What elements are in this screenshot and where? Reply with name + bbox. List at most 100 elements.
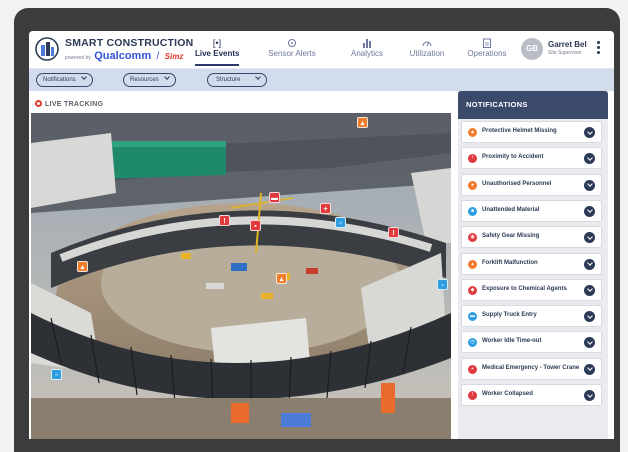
expand-chevron-icon[interactable] <box>584 311 595 323</box>
notification-label: Protective Helmet Missing <box>482 128 557 134</box>
user-profile[interactable]: GB Garret Bel Site Supervisor <box>521 37 611 63</box>
alert-marker-truck[interactable]: ▫ <box>437 279 448 290</box>
forklift-icon: ▴ <box>468 259 477 269</box>
notifications-title: NOTIFICATIONS <box>458 91 608 119</box>
filter-label: Structure <box>216 77 241 83</box>
filter-label: Resources <box>130 77 159 83</box>
nav-label: Operations <box>467 49 507 58</box>
nav-analytics[interactable]: Analytics <box>347 31 387 69</box>
nav-label: Live Events <box>195 49 240 58</box>
expand-chevron-icon[interactable] <box>584 153 595 165</box>
live-tracking-title: LIVE TRACKING <box>35 99 103 108</box>
notification-item[interactable]: ! Worker Collapsed <box>461 384 602 406</box>
notification-item[interactable]: ◉ Safety Gear Missing <box>461 226 602 249</box>
clipboard-icon <box>483 38 491 48</box>
notification-label: Unattended Material <box>482 206 540 213</box>
goggles-icon: ◉ <box>468 233 477 243</box>
brand-separator: / <box>156 51 160 62</box>
resources-filter-dropdown[interactable]: Resources <box>123 73 176 87</box>
notification-item[interactable]: ▬ Supply Truck Entry <box>461 305 602 328</box>
notification-item[interactable]: ● Unauthorised Personnel <box>461 173 602 196</box>
alert-marker-collapsed[interactable]: ! <box>388 227 399 238</box>
notification-label: Worker Idle Time-out <box>482 338 542 345</box>
app-screen: SMART CONSTRUCTION powered by Qualcomm /… <box>29 31 614 439</box>
alert-marker-helmet[interactable]: ▴ <box>357 117 368 128</box>
more-options-icon[interactable] <box>594 40 602 58</box>
expand-chevron-icon[interactable] <box>584 390 595 401</box>
nav-label: Sensor Alerts <box>268 49 316 58</box>
bar-chart-icon <box>363 39 371 48</box>
truck-icon: ▬ <box>468 312 477 322</box>
nav-live-events[interactable]: [•] Live Events <box>195 31 239 69</box>
alert-marker-chemical[interactable]: ▪ <box>250 220 261 231</box>
powered-by-label: powered by <box>65 55 91 61</box>
notification-item[interactable]: + Medical Emergency - Tower Crane <box>461 357 602 380</box>
brand-partners: powered by Qualcomm / Simz <box>65 50 183 62</box>
chevron-down-icon <box>80 74 87 80</box>
nav-sensor-alerts[interactable]: Sensor Alerts <box>265 31 319 69</box>
alert-marker-medical[interactable]: + <box>320 203 331 214</box>
notification-label: Forklift Malfunction <box>482 259 538 266</box>
live-camera-feed[interactable]: ▴ ! ▬ ▪ + ▫ ! ▴ ▴ ▫ ▫ <box>31 113 451 439</box>
nav-label: Utilization <box>409 49 445 58</box>
notification-label: Supply Truck Entry <box>482 312 537 319</box>
structure-filter-dropdown[interactable]: Structure <box>207 73 268 87</box>
alert-marker-idle[interactable]: ▫ <box>51 369 62 380</box>
partner-qualcomm-logo: Qualcomm <box>94 50 152 62</box>
building-logo-icon <box>35 37 59 61</box>
notification-item[interactable]: ! Proximity to Accident <box>461 147 602 170</box>
expand-chevron-icon[interactable] <box>584 258 595 270</box>
alert-icon: ! <box>468 391 477 400</box>
alert-marker-forklift[interactable]: ▴ <box>276 273 287 284</box>
clock-icon: ◷ <box>468 338 477 348</box>
medical-icon: + <box>468 364 477 374</box>
sensor-icon <box>288 39 296 47</box>
expand-chevron-icon[interactable] <box>584 363 595 375</box>
live-events-icon: [•] <box>212 38 222 48</box>
chevron-down-icon <box>163 74 170 80</box>
nav-utilization[interactable]: Utilization <box>405 31 449 69</box>
alert-marker-material[interactable]: ▫ <box>335 217 346 228</box>
nav-label: Analytics <box>350 49 383 58</box>
live-tracking-label: LIVE TRACKING <box>45 101 104 108</box>
gauge-icon <box>422 41 432 47</box>
warning-icon: ! <box>468 154 477 164</box>
notification-label: Worker Collapsed <box>482 391 533 397</box>
notification-label: Proximity to Accident <box>482 154 544 161</box>
box-icon: ■ <box>468 206 477 216</box>
alert-marker-accident[interactable]: ! <box>219 215 230 226</box>
user-role: Site Supervisor <box>548 50 582 56</box>
notification-item[interactable]: ◷ Worker Idle Time-out <box>461 331 602 354</box>
notification-label: Exposure to Chemical Agents <box>482 285 567 292</box>
person-icon: ● <box>468 180 477 190</box>
notification-item[interactable]: ■ Unattended Material <box>461 199 602 222</box>
active-tab-indicator <box>195 64 239 66</box>
avatar: GB <box>521 38 543 60</box>
alert-marker-gear[interactable]: ▬ <box>269 192 280 203</box>
notifications-panel: NOTIFICATIONS ▲ Protective Helmet Missing… <box>458 91 608 439</box>
notification-label: Unauthorised Personnel <box>482 180 552 187</box>
chemical-icon: ◆ <box>468 285 477 295</box>
notification-item[interactable]: ▴ Forklift Malfunction <box>461 252 602 275</box>
notification-item[interactable]: ▲ Protective Helmet Missing <box>461 121 602 143</box>
expand-chevron-icon[interactable] <box>584 127 595 138</box>
top-navigation-bar: SMART CONSTRUCTION powered by Qualcomm /… <box>29 31 614 69</box>
notification-item[interactable]: ◆ Exposure to Chemical Agents <box>461 278 602 301</box>
live-indicator-icon <box>35 100 42 107</box>
filter-bar: Notifications Resources Structure <box>29 69 614 91</box>
expand-chevron-icon[interactable] <box>584 337 595 349</box>
expand-chevron-icon[interactable] <box>584 284 595 296</box>
helmet-icon: ▲ <box>468 128 477 137</box>
notification-label: Safety Gear Missing <box>482 233 540 240</box>
expand-chevron-icon[interactable] <box>584 179 595 191</box>
construction-site-image <box>31 113 451 439</box>
expand-chevron-icon[interactable] <box>584 205 595 217</box>
partner-simz-logo: Simz <box>164 52 184 61</box>
notifications-filter-dropdown[interactable]: Notifications <box>36 73 93 87</box>
user-name: Garret Bel <box>548 40 587 49</box>
alert-marker-personnel[interactable]: ▴ <box>77 261 88 272</box>
expand-chevron-icon[interactable] <box>584 232 595 244</box>
notification-label: Medical Emergency - Tower Crane <box>482 364 580 371</box>
app-title: SMART CONSTRUCTION <box>65 37 194 49</box>
nav-operations[interactable]: Operations <box>465 31 509 69</box>
